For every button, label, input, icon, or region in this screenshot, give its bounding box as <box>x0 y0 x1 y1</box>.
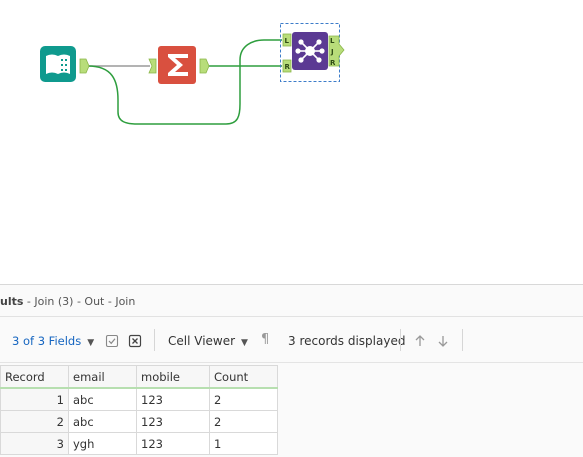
toolbar-divider <box>154 329 155 351</box>
record-number: 3 <box>0 432 69 455</box>
record-number: 1 <box>0 387 69 411</box>
table-cell[interactable]: abc <box>68 410 137 433</box>
workflow-svg: L R L J R <box>40 23 345 125</box>
results-title-suffix: - Join (3) - Out - Join <box>23 295 136 308</box>
record-number: 2 <box>0 410 69 433</box>
join-out-right-label: R <box>330 59 336 67</box>
records-count: 3 records displayed <box>288 334 406 348</box>
table-cell[interactable]: ygh <box>68 432 137 455</box>
table-cell[interactable]: 123 <box>136 432 210 455</box>
input-data-tool[interactable] <box>40 46 76 82</box>
toolbar-divider <box>400 329 401 351</box>
results-window: ults - Join (3) - Out - Join 3 of 3 Fiel… <box>0 284 583 457</box>
arrow-down-icon[interactable] <box>436 334 450 348</box>
summarize-tool[interactable] <box>158 46 196 84</box>
join-tool[interactable] <box>292 32 328 70</box>
table-header-row: Record email mobile Count <box>0 365 278 389</box>
join-left-anchor-label: L <box>285 37 290 45</box>
join-out-join-label: J <box>330 48 334 56</box>
chevron-down-icon: ▼ <box>87 338 95 348</box>
fields-dropdown-label: 3 of 3 Fields <box>12 334 82 348</box>
table-row[interactable]: 2 abc 123 2 <box>0 410 278 433</box>
cell-viewer-label: Cell Viewer <box>168 334 236 348</box>
table-row[interactable]: 1 abc 123 2 <box>0 387 278 411</box>
results-title-prefix: ults <box>0 295 24 308</box>
join-out-left-label: L <box>330 37 335 45</box>
results-table: Record email mobile Count 1 abc 123 2 2 … <box>0 365 278 455</box>
column-header-email[interactable]: email <box>68 365 137 389</box>
workflow-canvas[interactable]: L R L J R <box>0 0 583 284</box>
column-header-count[interactable]: Count <box>209 365 278 389</box>
checkbox-select-icon[interactable] <box>105 334 119 348</box>
grid-divider <box>0 362 583 363</box>
table-cell[interactable]: 2 <box>209 387 278 411</box>
summarize-output-anchor[interactable] <box>199 58 210 74</box>
table-row[interactable]: 3 ygh 123 1 <box>0 432 278 455</box>
summarize-input-anchor[interactable] <box>148 58 157 74</box>
input-output-anchor[interactable] <box>79 58 90 74</box>
table-cell[interactable]: abc <box>68 387 137 411</box>
title-divider <box>0 316 583 317</box>
fields-dropdown[interactable]: 3 of 3 Fields ▼ <box>12 334 94 348</box>
column-header-mobile[interactable]: mobile <box>136 365 210 389</box>
arrow-up-icon[interactable] <box>413 334 427 348</box>
table-cell[interactable]: 123 <box>136 410 210 433</box>
deselect-fields-icon[interactable] <box>128 334 142 348</box>
toolbar-divider <box>462 329 463 351</box>
results-title: ults - Join (3) - Out - Join <box>0 295 135 308</box>
cell-viewer-dropdown[interactable]: Cell Viewer ▼ <box>168 334 248 348</box>
column-header-record[interactable]: Record <box>0 365 69 389</box>
table-cell[interactable]: 1 <box>209 432 278 455</box>
chevron-down-icon: ▼ <box>241 338 248 348</box>
table-cell[interactable]: 123 <box>136 387 210 411</box>
join-right-anchor-label: R <box>285 63 291 71</box>
pilcrow-icon[interactable]: ¶ <box>261 332 269 347</box>
table-cell[interactable]: 2 <box>209 410 278 433</box>
